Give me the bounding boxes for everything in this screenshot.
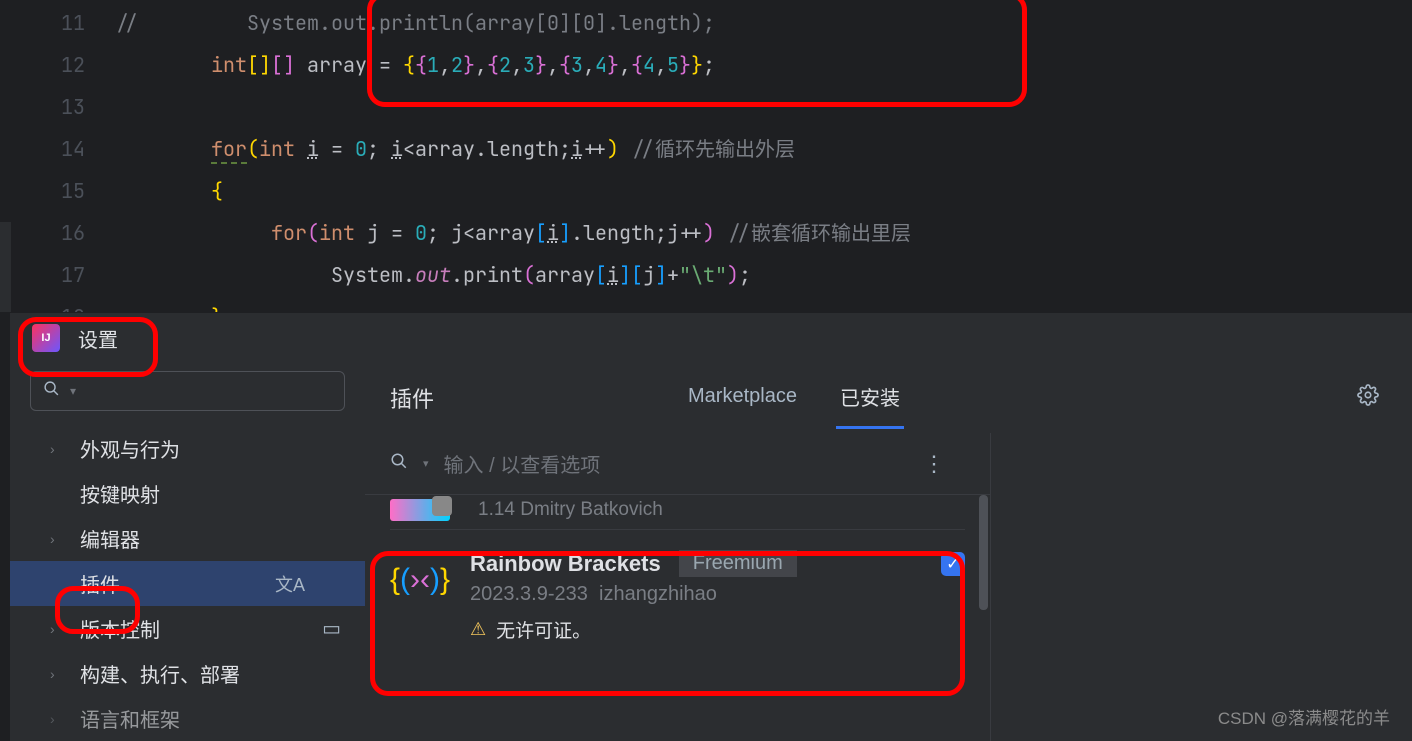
plugin-version-author: 2023.3.9-233 izhangzhihao (470, 583, 965, 606)
plugin-tabs: Marketplace 已安装 (684, 367, 1387, 429)
line-gutter: 11 12 13 14 15 16 17 18 (0, 2, 115, 311)
more-icon[interactable]: ⋮ (923, 451, 965, 477)
plugin-item-rainbow-brackets[interactable]: {(›‹)} Rainbow Brackets Freemium 2023.3.… (390, 530, 965, 663)
tab-marketplace[interactable]: Marketplace (684, 370, 801, 426)
plugin-item[interactable]: 1.14 Dmitry Batkovich (390, 495, 965, 530)
plugins-panel: 插件 Marketplace 已安装 ▾ 输入 / 以查看选项 ⋮ (365, 363, 1412, 741)
line-number: 11 (0, 2, 85, 44)
line-number: 14 (0, 128, 85, 170)
rainbow-brackets-icon: {(›‹)} (390, 550, 450, 610)
sidebar-item-appearance[interactable]: ›外观与行为 (10, 426, 365, 471)
nyan-progress-icon (390, 499, 450, 521)
plugin-search-row: ▾ 输入 / 以查看选项 ⋮ (365, 433, 990, 495)
settings-title: 设置 (78, 324, 118, 353)
search-icon (43, 380, 60, 402)
settings-header: 设置 (10, 313, 1412, 363)
gear-icon[interactable] (1349, 376, 1387, 420)
warning-icon: ⚠ (470, 619, 486, 640)
search-icon (390, 452, 408, 475)
settings-dialog: 设置 ▾ ›外观与行为 按键映射 ›编辑器 插件文A ›版本控制▭ ›构建、执行… (10, 312, 1412, 741)
line-number: 12 (0, 44, 85, 86)
chevron-right-icon: › (50, 531, 62, 547)
sidebar-item-keymap[interactable]: 按键映射 (10, 471, 365, 516)
line-number: 15 (0, 170, 85, 212)
vertical-divider (990, 433, 991, 741)
settings-search[interactable]: ▾ (30, 371, 345, 411)
settings-tree: ›外观与行为 按键映射 ›编辑器 插件文A ›版本控制▭ ›构建、执行、部署 ›… (10, 426, 365, 741)
plugin-meta: 1.14 Dmitry Batkovich (468, 499, 663, 521)
intellij-icon (32, 324, 60, 352)
line-number: 13 (0, 86, 85, 128)
plugin-enabled-checkbox[interactable]: ✓ (941, 552, 965, 576)
plugin-list: 1.14 Dmitry Batkovich {(›‹)} Rainbow Bra… (365, 495, 990, 741)
chevron-right-icon: › (50, 441, 62, 457)
chevron-right-icon: › (50, 711, 62, 727)
chevron-right-icon: › (50, 621, 62, 637)
sidebar-item-languages[interactable]: ›语言和框架 (10, 696, 365, 741)
tab-installed[interactable]: 已安装 (836, 367, 904, 429)
language-icon: 文A (275, 571, 305, 597)
sidebar-item-vcs[interactable]: ›版本控制▭ (10, 606, 365, 651)
chevron-right-icon: › (50, 666, 62, 682)
plugin-name: Rainbow Brackets (470, 551, 661, 577)
project-icon: ▭ (322, 616, 341, 641)
sidebar-item-build[interactable]: ›构建、执行、部署 (10, 651, 365, 696)
sidebar-item-editor[interactable]: ›编辑器 (10, 516, 365, 561)
line-number: 17 (0, 254, 85, 296)
settings-sidebar: ▾ ›外观与行为 按键映射 ›编辑器 插件文A ›版本控制▭ ›构建、执行、部署… (10, 363, 365, 741)
code-editor[interactable]: 11 12 13 14 15 16 17 18 // System.out.pr… (0, 0, 1412, 311)
freemium-badge: Freemium (679, 550, 797, 577)
sidebar-item-plugins[interactable]: 插件文A (10, 561, 365, 606)
scrollbar-thumb[interactable] (979, 495, 988, 610)
panel-title: 插件 (390, 382, 434, 414)
plugin-warning: ⚠ 无许可证。 (470, 616, 965, 643)
code-content[interactable]: // System.out.println(array[0][0].length… (115, 2, 1412, 311)
plugin-search-input[interactable]: 输入 / 以查看选项 (444, 449, 908, 478)
line-number: 16 (0, 212, 85, 254)
